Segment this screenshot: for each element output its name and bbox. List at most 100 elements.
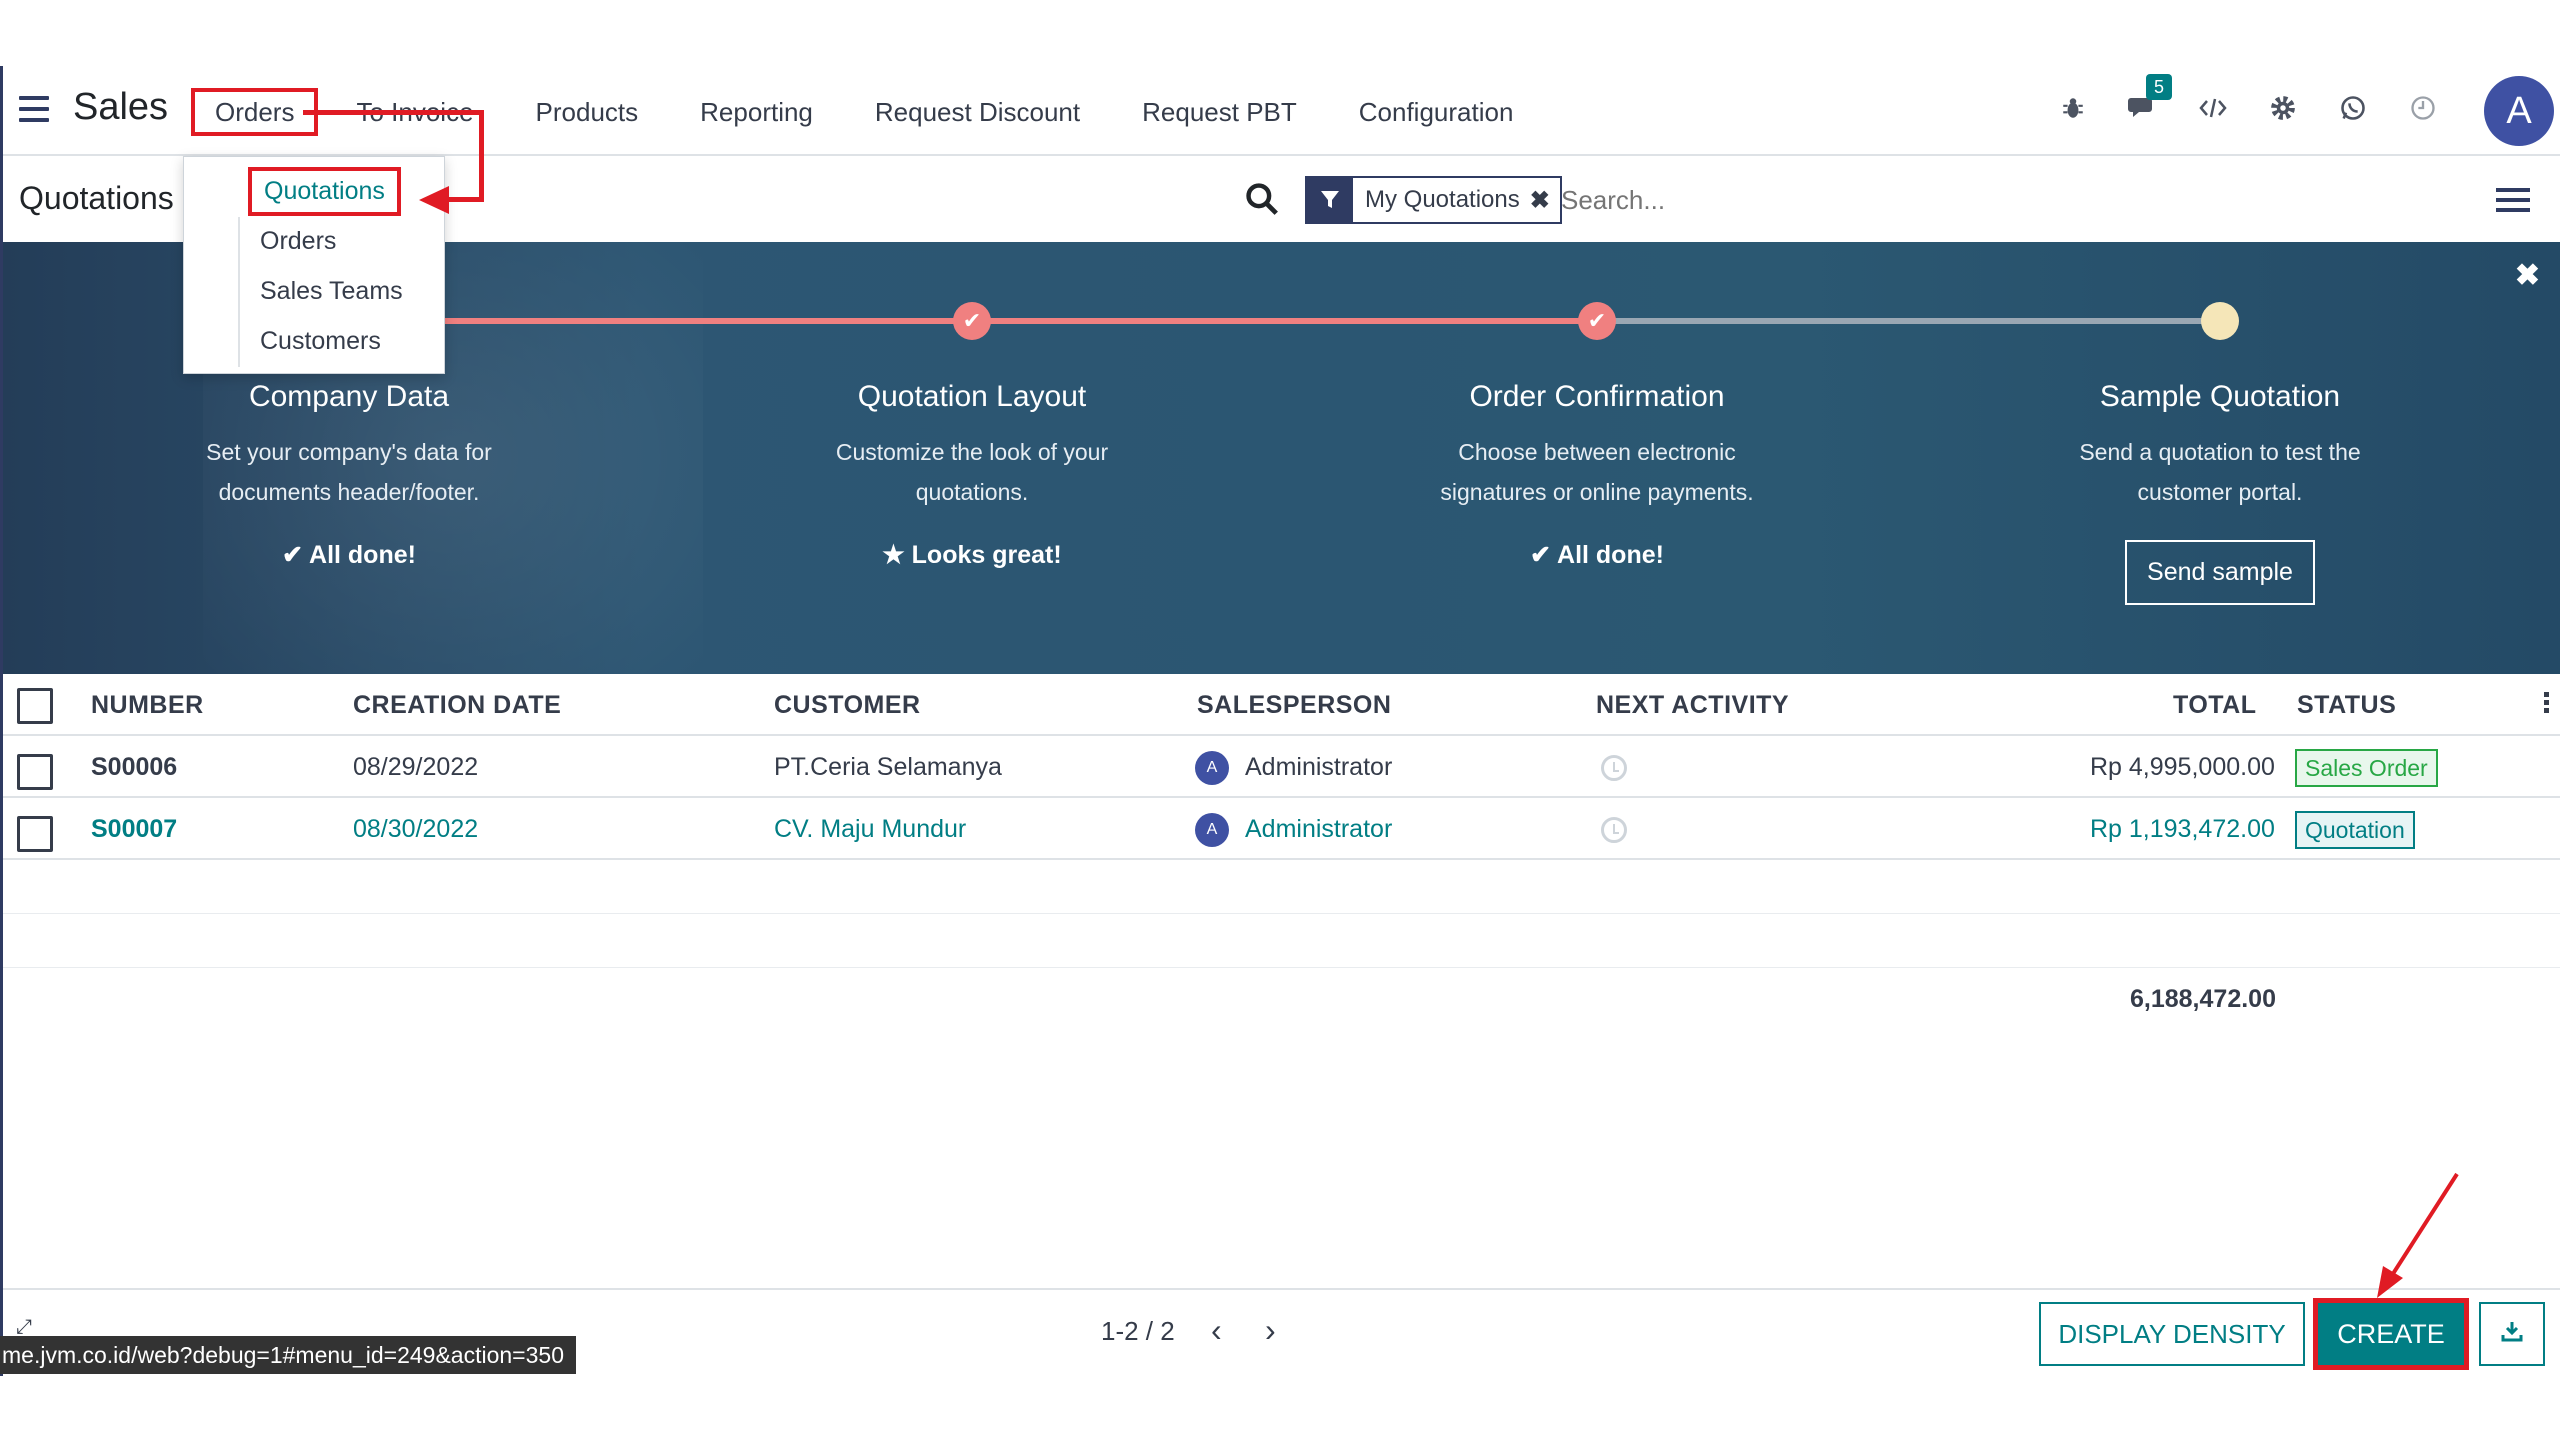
step-done-icon: ✔ (1578, 302, 1616, 340)
step-order-confirmation: Order Confirmation Choose between electr… (1397, 380, 1797, 570)
col-number[interactable]: NUMBER (91, 674, 204, 736)
row-date: 08/29/2022 (353, 753, 479, 781)
salesperson-name: Administrator (1245, 815, 1393, 843)
col-status[interactable]: STATUS (2297, 674, 2396, 736)
row-checkbox[interactable] (17, 816, 53, 852)
avatar: A (1195, 813, 1229, 848)
row-next-activity (1601, 798, 1627, 860)
col-total[interactable]: TOTAL (2173, 674, 2257, 736)
step-desc: documents header/footer. (218, 479, 480, 505)
annotation-arrowhead-icon (419, 186, 449, 214)
facet-remove-icon[interactable]: ✖ (1530, 186, 1560, 215)
search-input[interactable] (1561, 178, 2121, 222)
menu-reporting[interactable]: Reporting (669, 88, 844, 136)
step-quotation-layout: Quotation Layout Customize the look of y… (772, 380, 1172, 570)
step-desc: Set your company's data for (206, 439, 492, 465)
row-status: Quotation (2295, 798, 2415, 860)
user-avatar[interactable]: A (2484, 76, 2554, 146)
sales-app: Sales Orders To Invoice Products Reporti… (0, 66, 2560, 1376)
step-sample-quotation: Sample Quotation Send a quotation to tes… (2020, 380, 2420, 605)
annotation-arrow-icon (2377, 1172, 2459, 1298)
annotation-line (303, 110, 483, 115)
search-icon[interactable] (1243, 180, 1283, 220)
gear-icon[interactable] (2248, 93, 2318, 130)
row-total: Rp 1,193,472.00 (2090, 815, 2275, 843)
row-checkbox[interactable] (17, 754, 53, 790)
empty-row (3, 914, 2560, 968)
progress-track-done-2 (973, 318, 1597, 324)
step-status: ★ Looks great! (882, 541, 1062, 569)
step-title[interactable]: Company Data (149, 380, 549, 414)
col-creation-date[interactable]: CREATION DATE (353, 674, 561, 736)
search-facet: My Quotations ✖ (1305, 176, 1562, 224)
whatsapp-icon[interactable] (2318, 94, 2388, 129)
salesperson-name: Administrator (1245, 753, 1393, 781)
table-row[interactable]: S00007 08/30/2022 CV. Maju Mundur A Admin… (3, 798, 2560, 860)
step-desc: Customize the look of your (835, 439, 1109, 465)
app-menu-icon[interactable] (19, 96, 49, 122)
progress-track-pending (1597, 318, 2221, 324)
step-title[interactable]: Quotation Layout (772, 380, 1172, 414)
row-next-activity (1601, 736, 1627, 798)
activity-clock-icon[interactable] (1601, 755, 1627, 782)
dropdown-divider (238, 217, 240, 367)
chevron-right-icon[interactable]: › (1265, 1312, 1276, 1349)
optional-columns-icon[interactable] (2544, 692, 2550, 716)
table-row[interactable]: S00006 08/29/2022 PT.Ceria Selamanya A Ad… (3, 736, 2560, 798)
avatar: A (1195, 751, 1229, 786)
create-button[interactable]: CREATE (2313, 1298, 2469, 1370)
pager-value[interactable]: 1-2 / 2 (1101, 1316, 1175, 1347)
activity-clock-icon[interactable] (2388, 94, 2458, 129)
search-bar: My Quotations ✖ (1243, 176, 2523, 224)
menu-products[interactable]: Products (505, 88, 670, 136)
url-tooltip: me.jvm.co.id/web?debug=1#menu_id=249&act… (0, 1336, 576, 1374)
display-density-button[interactable]: DISPLAY DENSITY (2039, 1302, 2305, 1366)
row-number: S00007 (91, 815, 178, 843)
systray: 5 A (2038, 66, 2560, 156)
table-footer: 6,188,472.00 (3, 968, 2560, 1028)
step-desc: quotations. (915, 479, 1029, 505)
col-salesperson[interactable]: SALESPERSON (1197, 674, 1391, 736)
bug-icon[interactable] (2038, 95, 2108, 128)
row-number: S00006 (91, 753, 178, 781)
step-done-icon: ✔ (953, 302, 991, 340)
step-title[interactable]: Sample Quotation (2020, 380, 2420, 414)
menu-request-discount[interactable]: Request Discount (844, 88, 1111, 136)
dropdown-item-orders[interactable]: Orders (260, 227, 336, 256)
step-desc: customer portal. (2137, 479, 2303, 505)
close-icon[interactable]: ✖ (2515, 258, 2540, 293)
code-icon[interactable] (2178, 95, 2248, 127)
step-company-data: Company Data Set your company's data for… (149, 380, 549, 570)
dropdown-item-quotations[interactable]: Quotations (248, 167, 401, 216)
status-badge: Quotation (2295, 811, 2415, 850)
dropdown-item-customers[interactable]: Customers (260, 327, 381, 356)
step-title[interactable]: Order Confirmation (1397, 380, 1797, 414)
status-badge: Sales Order (2295, 749, 2438, 788)
chat-icon[interactable]: 5 (2108, 73, 2178, 129)
row-date: 08/30/2022 (353, 815, 479, 843)
quotations-table: NUMBER CREATION DATE CUSTOMER SALESPERSO… (3, 674, 2560, 1028)
annotation-line (443, 197, 484, 202)
send-sample-button[interactable]: Send sample (2125, 540, 2315, 605)
dropdown-item-sales-teams[interactable]: Sales Teams (260, 277, 403, 306)
menu-request-pbt[interactable]: Request PBT (1111, 88, 1328, 136)
col-customer[interactable]: CUSTOMER (774, 674, 921, 736)
chat-badge: 5 (2146, 73, 2172, 100)
download-icon[interactable] (2479, 1302, 2545, 1366)
orders-dropdown: Quotations Orders Sales Teams Customers (183, 156, 445, 374)
col-next-activity[interactable]: NEXT ACTIVITY (1596, 674, 1789, 736)
menu-orders[interactable]: Orders (191, 88, 319, 136)
app-name[interactable]: Sales (73, 86, 168, 129)
list-view-icon[interactable] (2496, 188, 2530, 218)
menu-configuration[interactable]: Configuration (1328, 88, 1545, 136)
chevron-left-icon[interactable]: ‹ (1211, 1312, 1222, 1349)
row-salesperson: A Administrator (1195, 798, 1392, 860)
activity-clock-icon[interactable] (1601, 817, 1627, 844)
empty-row (3, 860, 2560, 914)
filter-icon (1307, 178, 1353, 222)
select-all-checkbox[interactable] (17, 688, 53, 724)
table-header: NUMBER CREATION DATE CUSTOMER SALESPERSO… (3, 674, 2560, 736)
breadcrumb: Quotations (19, 180, 174, 216)
step-todo-dot (2201, 302, 2239, 340)
row-status: Sales Order (2295, 736, 2438, 798)
